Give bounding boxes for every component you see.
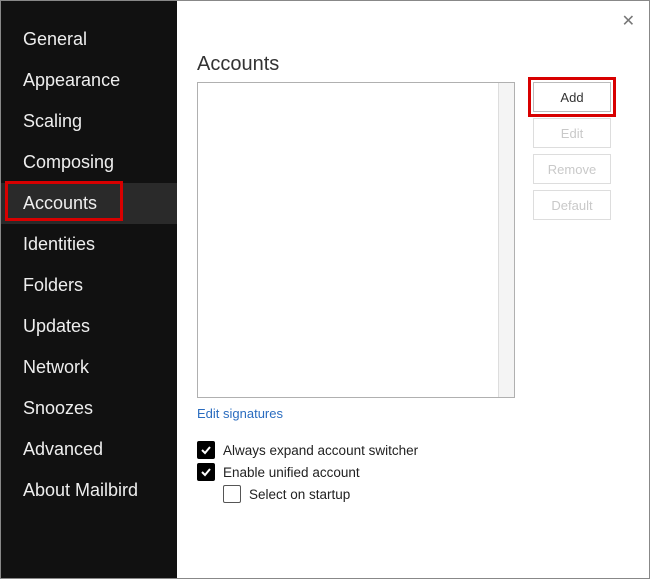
sidebar-item-label: Composing	[23, 152, 114, 172]
sidebar-item-label: Accounts	[23, 193, 97, 213]
sidebar-item-about[interactable]: About Mailbird	[1, 470, 177, 511]
sidebar-item-snoozes[interactable]: Snoozes	[1, 388, 177, 429]
button-column: Add Edit Remove Default	[533, 82, 611, 507]
sidebar-item-identities[interactable]: Identities	[1, 224, 177, 265]
sidebar-item-folders[interactable]: Folders	[1, 265, 177, 306]
accounts-listbox[interactable]	[197, 82, 515, 398]
scrollbar[interactable]	[498, 83, 514, 397]
sidebar-item-label: General	[23, 29, 87, 49]
close-icon[interactable]: ✕	[622, 11, 635, 31]
sidebar-item-label: Identities	[23, 234, 95, 254]
edit-button: Edit	[533, 118, 611, 148]
sidebar-item-label: Network	[23, 357, 89, 377]
page-title: Accounts	[197, 53, 625, 76]
main-panel: ✕ Accounts Edit signatures Always expand…	[177, 1, 649, 578]
remove-button: Remove	[533, 154, 611, 184]
checkbox-icon[interactable]	[197, 463, 215, 481]
check-enable-unified[interactable]: Enable unified account	[197, 463, 515, 481]
highlight-annotation: Add	[528, 77, 616, 117]
check-select-on-startup[interactable]: Select on startup	[223, 485, 515, 503]
sidebar-item-label: Updates	[23, 316, 90, 336]
check-label: Always expand account switcher	[223, 443, 418, 458]
sidebar-item-updates[interactable]: Updates	[1, 306, 177, 347]
default-button: Default	[533, 190, 611, 220]
sidebar-item-label: Advanced	[23, 439, 103, 459]
add-button[interactable]: Add	[533, 82, 611, 112]
sidebar-item-label: Scaling	[23, 111, 82, 131]
check-label: Enable unified account	[223, 465, 360, 480]
sidebar-item-general[interactable]: General	[1, 19, 177, 60]
sidebar-item-appearance[interactable]: Appearance	[1, 60, 177, 101]
check-label: Select on startup	[249, 487, 350, 502]
check-always-expand[interactable]: Always expand account switcher	[197, 441, 515, 459]
sidebar-item-network[interactable]: Network	[1, 347, 177, 388]
sidebar-item-scaling[interactable]: Scaling	[1, 101, 177, 142]
sidebar-item-label: Snoozes	[23, 398, 93, 418]
sidebar-item-accounts[interactable]: Accounts	[1, 183, 177, 224]
sidebar-item-composing[interactable]: Composing	[1, 142, 177, 183]
sidebar-item-label: Folders	[23, 275, 83, 295]
checkbox-icon[interactable]	[223, 485, 241, 503]
sidebar-item-label: About Mailbird	[23, 480, 138, 500]
sidebar-item-label: Appearance	[23, 70, 120, 90]
sidebar-item-advanced[interactable]: Advanced	[1, 429, 177, 470]
sidebar: General Appearance Scaling Composing Acc…	[1, 1, 177, 578]
edit-signatures-link[interactable]: Edit signatures	[197, 406, 283, 421]
checkbox-icon[interactable]	[197, 441, 215, 459]
